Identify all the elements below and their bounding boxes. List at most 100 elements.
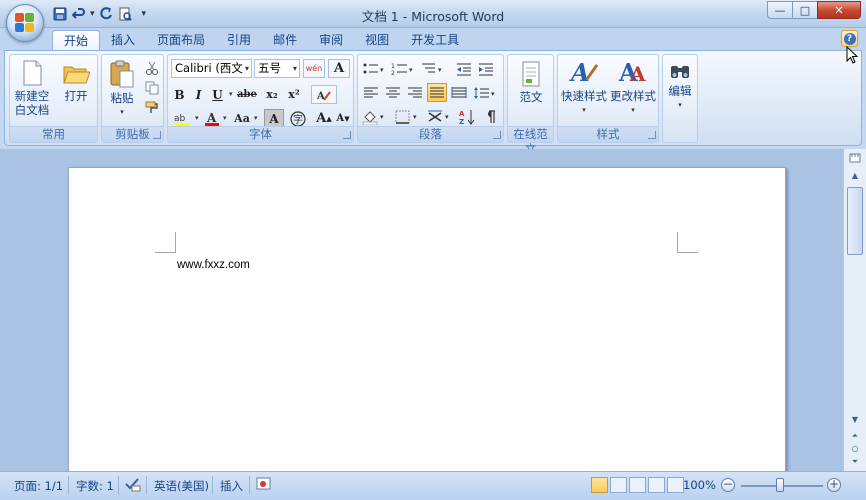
status-language[interactable]: 英语(美国): [154, 478, 209, 494]
macro-record-icon[interactable]: [256, 476, 272, 495]
office-logo-icon: [15, 13, 35, 33]
font-name-dropdown-icon[interactable]: ▾: [245, 60, 249, 77]
tab-view[interactable]: 视图: [354, 30, 400, 50]
bold-button[interactable]: B: [171, 85, 188, 104]
tab-review[interactable]: 审阅: [308, 30, 354, 50]
quick-styles-button[interactable]: A 快速样式 ▾: [560, 57, 608, 117]
new-blank-document-button[interactable]: 新建空 白文档: [12, 59, 52, 117]
next-page-icon[interactable]: ⏷: [848, 455, 862, 469]
borders-button[interactable]: ▾: [394, 107, 422, 126]
underline-dropdown-icon[interactable]: ▾: [229, 90, 233, 98]
open-button[interactable]: 打开: [58, 59, 94, 103]
ruler-toggle-icon[interactable]: [848, 152, 862, 166]
decrease-indent-button[interactable]: [454, 59, 474, 78]
outline-view-icon[interactable]: [648, 477, 665, 493]
copy-icon[interactable]: [143, 78, 161, 97]
increase-indent-button[interactable]: [476, 59, 496, 78]
change-styles-button[interactable]: AA 更改样式 ▾: [609, 57, 657, 117]
status-word-count[interactable]: 字数: 1: [76, 478, 114, 494]
proofing-icon[interactable]: [124, 476, 142, 495]
font-dialog-launcher[interactable]: [343, 131, 351, 139]
scroll-up-icon[interactable]: ▲: [848, 169, 862, 183]
tab-page-layout[interactable]: 页面布局: [146, 30, 216, 50]
paragraph-dialog-launcher[interactable]: [493, 131, 501, 139]
clipboard-dialog-launcher[interactable]: [153, 131, 161, 139]
scroll-thumb[interactable]: [847, 187, 863, 255]
increase-indent-icon: [479, 63, 493, 75]
document-text[interactable]: www.fxxz.com: [177, 259, 250, 271]
font-name-combo[interactable]: Calibri (西文正 ▾: [171, 59, 252, 78]
show-formatting-marks-button[interactable]: [480, 107, 500, 126]
tab-mailings[interactable]: 邮件: [262, 30, 308, 50]
change-styles-dropdown-icon[interactable]: ▾: [609, 103, 657, 117]
maximize-button[interactable]: □: [792, 1, 818, 19]
numbering-button[interactable]: 1 2 ▾: [390, 59, 416, 78]
editing-dropdown-icon[interactable]: ▾: [664, 98, 696, 112]
print-layout-view-icon[interactable]: [591, 477, 608, 493]
cut-icon[interactable]: [143, 58, 161, 77]
distributed-button[interactable]: [449, 83, 469, 102]
font-color-dropdown-icon[interactable]: ▾: [223, 114, 227, 122]
svg-text:▾: ▾: [409, 66, 413, 74]
office-button[interactable]: [6, 4, 44, 42]
vertical-scrollbar[interactable]: ▲ ▼ ⏶ ○ ⏷: [843, 149, 866, 471]
styles-dialog-launcher[interactable]: [648, 131, 656, 139]
scroll-down-icon[interactable]: ▼: [848, 413, 862, 427]
strikethrough-button[interactable]: abe: [236, 85, 258, 104]
help-button[interactable]: ?: [841, 30, 858, 47]
quick-styles-label: 快速样式: [561, 89, 607, 103]
highlight-dropdown-icon[interactable]: ▾: [195, 114, 199, 122]
svg-text:▾: ▾: [438, 66, 442, 74]
paste-dropdown-icon[interactable]: ▾: [104, 105, 140, 119]
font-size-dropdown-icon[interactable]: ▾: [293, 60, 297, 77]
template-button[interactable]: 范文: [510, 60, 552, 104]
status-insert-mode[interactable]: 插入: [220, 478, 243, 494]
tab-home[interactable]: 开始: [52, 30, 101, 51]
zoom-slider-thumb[interactable]: [776, 478, 784, 492]
document-page[interactable]: www.fxxz.com: [68, 167, 786, 477]
underline-button[interactable]: U: [209, 85, 226, 104]
phonetic-guide-button[interactable]: wén: [303, 59, 325, 78]
borders-icon: ▾: [395, 110, 417, 124]
paragraph-mark-icon: [488, 109, 495, 123]
quick-styles-dropdown-icon[interactable]: ▾: [560, 103, 608, 117]
line-spacing-icon: ▾: [474, 86, 495, 99]
browse-object-icon[interactable]: ○: [848, 442, 862, 456]
paste-button[interactable]: 粘贴 ▾: [104, 59, 140, 119]
sort-button[interactable]: AZ: [457, 107, 477, 126]
svg-text:A: A: [569, 58, 590, 87]
multilevel-list-button[interactable]: ▾: [420, 59, 446, 78]
superscript-button[interactable]: x²: [284, 85, 304, 104]
character-border-button[interactable]: A: [328, 59, 350, 78]
chinese-layout-button[interactable]: ▾: [426, 107, 454, 126]
status-page[interactable]: 页面: 1/1: [14, 478, 63, 494]
zoom-level[interactable]: 100%: [683, 478, 716, 492]
change-case-dropdown-icon[interactable]: ▾: [254, 114, 258, 122]
line-spacing-button[interactable]: ▾: [472, 83, 498, 102]
full-screen-reading-view-icon[interactable]: [610, 477, 627, 493]
enclose-characters-icon: 字: [290, 110, 306, 127]
subscript-button[interactable]: x₂: [262, 85, 282, 104]
editing-label: 编辑: [668, 84, 692, 98]
bullets-button[interactable]: ▾: [361, 59, 387, 78]
shading-button[interactable]: ▾: [361, 107, 389, 126]
format-painter-icon[interactable]: [143, 98, 161, 117]
tab-references[interactable]: 引用: [216, 30, 262, 50]
align-right-button[interactable]: [405, 83, 425, 102]
close-button[interactable]: ✕: [817, 1, 861, 19]
previous-page-icon[interactable]: ⏶: [848, 429, 862, 443]
justify-button[interactable]: [427, 83, 447, 102]
italic-button[interactable]: I: [190, 85, 207, 104]
tab-developer[interactable]: 开发工具: [400, 30, 470, 50]
zoom-in-icon[interactable]: +: [827, 478, 841, 492]
align-left-button[interactable]: [361, 83, 381, 102]
tab-insert[interactable]: 插入: [100, 30, 146, 50]
zoom-out-icon[interactable]: −: [721, 478, 735, 492]
clear-formatting-button[interactable]: A: [311, 85, 337, 104]
align-center-button[interactable]: [383, 83, 403, 102]
web-layout-view-icon[interactable]: [629, 477, 646, 493]
editing-button[interactable]: 编辑 ▾: [664, 60, 696, 112]
minimize-button[interactable]: —: [767, 1, 793, 19]
font-size-combo[interactable]: 五号 ▾: [254, 59, 300, 78]
draft-view-icon[interactable]: [667, 477, 684, 493]
